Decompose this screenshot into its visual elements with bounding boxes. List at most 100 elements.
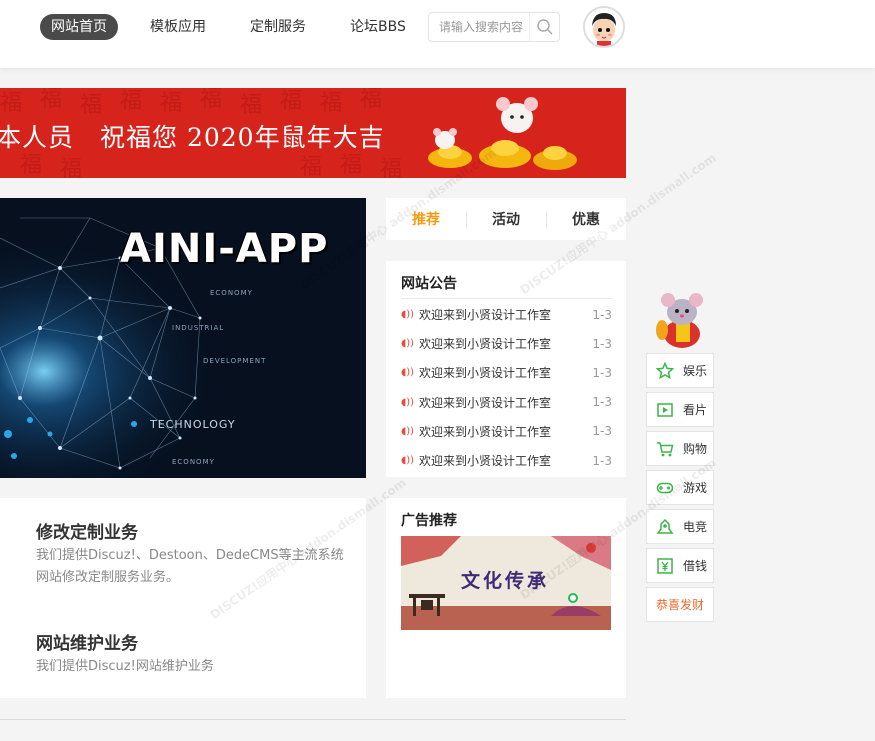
hero-word: DEVELOPMENT <box>203 357 267 365</box>
notice-item-date: 1-3 <box>592 336 612 351</box>
esports-icon <box>647 518 683 536</box>
svg-text:福: 福 <box>380 157 402 178</box>
side-loan[interactable]: 借钱 <box>646 548 714 583</box>
notice-item[interactable]: ◖)) 欢迎来到小贤设计工作室 1-3 <box>401 446 612 475</box>
notice-item[interactable]: ◖)) 欢迎来到小贤设计工作室 1-3 <box>401 417 612 446</box>
ads-panel: 广告推荐 文化传承 <box>386 498 626 698</box>
speaker-icon: ◖)) <box>401 396 415 408</box>
notice-item-text[interactable]: 欢迎来到小贤设计工作室 <box>419 423 592 440</box>
svg-text:福: 福 <box>40 88 62 112</box>
side-item-label: 看片 <box>683 403 708 417</box>
notice-item[interactable]: ◖)) 欢迎来到小贤设计工作室 1-3 <box>401 388 612 417</box>
notice-item[interactable]: ◖)) 欢迎来到小贤设计工作室 1-3 <box>401 300 612 329</box>
site-notice-panel: 网站公告 ◖)) 欢迎来到小贤设计工作室 1-3 ◖)) 欢迎来到小贤设计工作室… <box>386 261 626 477</box>
svg-text:福: 福 <box>280 89 302 114</box>
notice-item-text[interactable]: 欢迎来到小贤设计工作室 <box>419 306 592 323</box>
cart-icon <box>647 440 683 458</box>
notice-item-date: 1-3 <box>592 395 612 410</box>
avatar-cartoon-icon <box>585 8 623 46</box>
hero-word: ECONOMY <box>210 289 253 297</box>
tab-activity[interactable]: 活动 <box>466 209 546 229</box>
notice-divider <box>401 298 612 299</box>
search-icon <box>536 19 553 35</box>
notice-item-text[interactable]: 欢迎来到小贤设计工作室 <box>419 452 592 469</box>
side-video[interactable]: 看片 <box>646 392 714 427</box>
notice-item-date: 1-3 <box>592 424 612 439</box>
side-item-label: 电竞 <box>683 520 708 534</box>
gamepad-icon <box>647 479 683 497</box>
tab-recommend[interactable]: 推荐 <box>386 209 466 229</box>
svg-text:福: 福 <box>80 93 102 118</box>
user-avatar[interactable] <box>583 6 625 48</box>
side-item-label: 娱乐 <box>683 364 708 378</box>
svg-text:福: 福 <box>300 155 322 178</box>
side-item-label: 购物 <box>683 442 708 456</box>
notice-item-text[interactable]: 欢迎来到小贤设计工作室 <box>419 394 592 411</box>
tab-discount[interactable]: 优惠 <box>546 209 626 229</box>
svg-text:福: 福 <box>20 153 42 178</box>
play-icon <box>647 401 683 419</box>
top-header: 网站首页 模板应用 定制服务 论坛BBS <box>0 0 875 68</box>
mouse-mascot-icon <box>656 293 703 348</box>
nav-templates[interactable]: 模板应用 <box>139 14 217 40</box>
side-entertainment[interactable]: 娱乐 <box>646 353 714 388</box>
notice-item[interactable]: ◖)) 欢迎来到小贤设计工作室 1-3 <box>401 329 612 358</box>
side-item-label: 游戏 <box>683 481 708 495</box>
hero-banner[interactable]: AINI-APP ECONOMY INDUSTRIAL DEVELOPMENT … <box>0 198 366 478</box>
side-mascot-icon[interactable] <box>650 290 714 350</box>
nav-forum[interactable]: 论坛BBS <box>339 14 417 40</box>
side-greeting[interactable]: 恭喜发财 <box>646 587 714 622</box>
yen-icon <box>647 557 683 575</box>
star-icon <box>647 361 683 380</box>
ad-image[interactable]: 文化传承 <box>401 536 611 630</box>
banner-greeting: 本人员 祝福您 2020年鼠年大吉 <box>0 123 385 152</box>
notice-item[interactable]: ◖)) 欢迎来到小贤设计工作室 1-3 <box>401 358 612 387</box>
service-description: 我们提供Discuz!、Destoon、DedeCMS等主流系统网站修改定制服务… <box>36 548 344 585</box>
svg-text:福: 福 <box>240 93 262 118</box>
svg-text:福: 福 <box>200 88 222 112</box>
svg-text:福: 福 <box>0 91 22 116</box>
side-greeting-label: 恭喜发财 <box>655 598 704 612</box>
notice-item-date: 1-3 <box>592 307 612 322</box>
side-esports[interactable]: 电竞 <box>646 509 714 544</box>
side-games[interactable]: 游戏 <box>646 470 714 505</box>
service-title[interactable]: 网站维护业务 <box>36 629 138 654</box>
hero-word: TECHNOLOGY <box>150 418 236 431</box>
notice-title: 网站公告 <box>401 276 457 292</box>
notice-item-text[interactable]: 欢迎来到小贤设计工作室 <box>419 364 592 381</box>
service-title[interactable]: 修改定制业务 <box>36 518 138 543</box>
svg-text:福: 福 <box>120 89 142 114</box>
search-input[interactable] <box>429 13 530 41</box>
promo-tabs: 推荐 活动 优惠 <box>386 198 626 240</box>
notice-list: ◖)) 欢迎来到小贤设计工作室 1-3 ◖)) 欢迎来到小贤设计工作室 1-3 … <box>401 300 612 475</box>
new-year-banner[interactable]: 福福福 福福福 福福福 福福福 福福福 本人员 祝福您 2020年鼠年大吉 <box>0 88 626 178</box>
side-shopping[interactable]: 购物 <box>646 431 714 466</box>
mouse-mascot <box>433 97 538 149</box>
notice-item-date: 1-3 <box>592 365 612 380</box>
section-divider <box>0 719 626 720</box>
hero-word: INDUSTRIAL <box>172 324 225 332</box>
svg-text:福: 福 <box>320 91 342 116</box>
speaker-icon: ◖)) <box>401 338 415 350</box>
speaker-icon: ◖)) <box>401 455 415 467</box>
svg-text:福: 福 <box>160 91 182 116</box>
side-item-label: 借钱 <box>683 559 708 573</box>
nav-home[interactable]: 网站首页 <box>40 14 118 40</box>
speaker-icon: ◖)) <box>401 309 415 321</box>
search-button[interactable] <box>529 13 559 41</box>
ads-title: 广告推荐 <box>401 513 457 529</box>
search-box <box>428 12 560 42</box>
service-description: 我们提供Discuz!网站维护业务 <box>36 659 214 674</box>
hero-title: AINI-APP <box>120 226 329 272</box>
speaker-icon: ◖)) <box>401 425 415 437</box>
hero-word: ECONOMY <box>172 458 215 466</box>
nav-custom-service[interactable]: 定制服务 <box>239 14 317 40</box>
svg-text:福: 福 <box>60 157 82 178</box>
svg-text:福: 福 <box>360 88 382 112</box>
svg-text:福: 福 <box>340 153 362 178</box>
ad-image-text: 文化传承 <box>461 570 550 592</box>
speaker-icon: ◖)) <box>401 367 415 379</box>
notice-item-date: 1-3 <box>592 453 612 468</box>
services-panel: 修改定制业务 我们提供Discuz!、Destoon、DedeCMS等主流系统网… <box>0 498 366 698</box>
notice-item-text[interactable]: 欢迎来到小贤设计工作室 <box>419 335 592 352</box>
